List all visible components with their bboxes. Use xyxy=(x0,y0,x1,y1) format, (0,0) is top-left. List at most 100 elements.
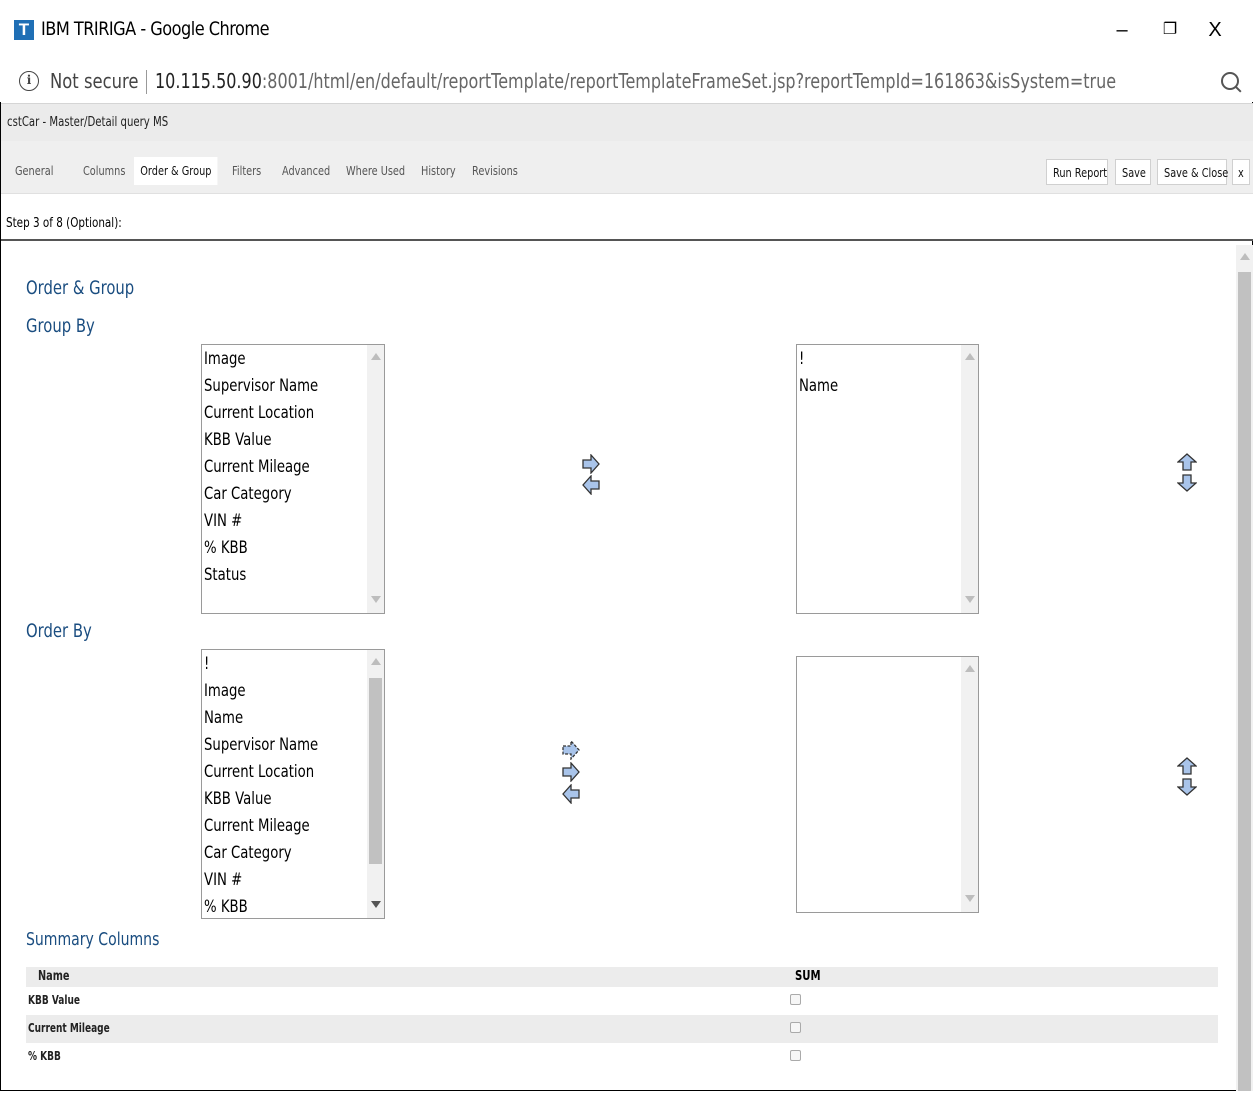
info-icon[interactable]: i xyxy=(19,71,39,91)
list-item[interactable]: Supervisor Name xyxy=(204,374,318,401)
list-item[interactable]: Name xyxy=(799,374,838,401)
url-separator xyxy=(146,70,147,94)
security-label[interactable]: Not secure xyxy=(50,69,138,93)
scroll-down-icon[interactable] xyxy=(965,895,975,902)
summary-header-row: Name SUM xyxy=(26,967,1218,987)
list-item[interactable]: ! xyxy=(799,347,838,374)
tab-columns[interactable]: Columns xyxy=(83,157,125,185)
scroll-up-icon[interactable] xyxy=(965,665,975,672)
scroll-down-icon[interactable] xyxy=(371,901,381,908)
list-item[interactable]: Current Mileage xyxy=(204,814,318,841)
tab-where-used[interactable]: Where Used xyxy=(346,157,405,185)
tririga-app-icon: T xyxy=(14,20,34,40)
close-form-button[interactable]: x xyxy=(1232,159,1250,185)
tab-revisions[interactable]: Revisions xyxy=(472,157,518,185)
list-item[interactable]: % KBB xyxy=(204,895,318,918)
list-item[interactable]: Name xyxy=(204,706,318,733)
tab-order-group[interactable]: Order & Group xyxy=(134,157,218,185)
url-path: :8001/html/en/default/reportTemplate/rep… xyxy=(261,69,1117,93)
order-by-selected-list[interactable] xyxy=(796,656,979,913)
sum-checkbox[interactable] xyxy=(790,994,801,1005)
table-row: % KBB xyxy=(26,1043,1218,1071)
list-item[interactable]: Car Category xyxy=(204,482,318,509)
step-bar: Step 3 of 8 (Optional): xyxy=(1,194,1253,241)
list-item[interactable]: Current Mileage xyxy=(204,455,318,482)
group-by-add-arrow-icon[interactable] xyxy=(581,454,601,474)
list-item[interactable]: ! xyxy=(204,652,318,679)
order-by-remove-arrow-icon[interactable] xyxy=(561,784,581,804)
group-by-available-scrollbar[interactable] xyxy=(367,345,384,613)
address-bar[interactable]: i Not secure 10.115.50.90:8001/html/en/d… xyxy=(0,64,1255,102)
url-text[interactable]: 10.115.50.90:8001/html/en/default/report… xyxy=(155,69,1116,93)
scroll-down-icon[interactable] xyxy=(965,596,975,603)
page-scrollbar-thumb[interactable] xyxy=(1238,272,1251,1091)
order-by-selected-scrollbar[interactable] xyxy=(961,657,978,912)
list-item[interactable]: Current Location xyxy=(204,760,318,787)
scroll-up-icon[interactable] xyxy=(371,658,381,665)
tab-filters[interactable]: Filters xyxy=(232,157,261,185)
order-by-add-arrow-icon[interactable] xyxy=(561,762,581,782)
list-item[interactable]: Current Location xyxy=(204,401,318,428)
step-indicator: Step 3 of 8 (Optional): xyxy=(6,216,122,231)
list-item[interactable]: Status xyxy=(204,563,318,590)
close-window-button[interactable]: X xyxy=(1195,14,1235,46)
summary-header-sum: SUM xyxy=(795,969,821,984)
scroll-up-icon[interactable] xyxy=(965,353,975,360)
list-item[interactable]: Image xyxy=(204,347,318,374)
tab-advanced[interactable]: Advanced xyxy=(282,157,330,185)
list-item[interactable]: Image xyxy=(204,679,318,706)
scroll-up-icon[interactable] xyxy=(1240,253,1250,260)
list-item[interactable]: % KBB xyxy=(204,536,318,563)
record-title-bar: cstCar - Master/Detail query MS xyxy=(1,103,1253,142)
table-row: Current Mileage xyxy=(26,1015,1218,1043)
tab-general[interactable]: General xyxy=(15,157,53,185)
group-by-title: Group By xyxy=(26,315,95,337)
group-by-available-list[interactable]: Image Supervisor Name Current Location KBB … xyxy=(201,344,385,614)
tab-bar: General Columns Order & Group Filters Ad… xyxy=(1,141,1253,194)
group-by-available-items: Image Supervisor Name Current Location KBB … xyxy=(204,347,350,590)
list-item[interactable]: VIN # xyxy=(204,509,318,536)
group-by-selected-scrollbar[interactable] xyxy=(961,345,978,613)
list-item[interactable]: VIN # xyxy=(204,868,318,895)
group-by-move-up-arrow-icon[interactable] xyxy=(1177,452,1197,472)
order-by-title: Order By xyxy=(26,620,92,642)
list-item[interactable]: KBB Value xyxy=(204,428,318,455)
list-item[interactable]: KBB Value xyxy=(204,787,318,814)
summary-row-name: Current Mileage xyxy=(28,1021,110,1035)
group-by-move-down-arrow-icon[interactable] xyxy=(1177,473,1197,493)
zoom-icon[interactable] xyxy=(1221,72,1239,90)
group-by-selected-list[interactable]: ! Name xyxy=(796,344,979,614)
table-row: KBB Value xyxy=(26,987,1218,1015)
scroll-down-icon[interactable] xyxy=(371,596,381,603)
sum-checkbox[interactable] xyxy=(790,1050,801,1061)
page-scrollbar[interactable] xyxy=(1236,245,1253,1091)
order-by-available-scrollbar[interactable] xyxy=(367,650,384,918)
summary-header-name: Name xyxy=(38,969,70,984)
order-by-move-up-arrow-icon[interactable] xyxy=(1177,756,1197,776)
record-title: cstCar - Master/Detail query MS xyxy=(7,115,169,130)
save-button[interactable]: Save xyxy=(1115,159,1151,185)
scroll-up-icon[interactable] xyxy=(371,353,381,360)
minimize-button[interactable]: – xyxy=(1102,14,1142,46)
summary-columns-table: Name SUM KBB Value Current Mileage % KBB xyxy=(26,967,1218,1071)
section-title: Order & Group xyxy=(26,277,135,299)
group-by-remove-arrow-icon[interactable] xyxy=(581,475,601,495)
order-by-move-down-arrow-icon[interactable] xyxy=(1177,777,1197,797)
url-host: 10.115.50.90 xyxy=(155,69,262,93)
order-by-add-all-arrow-icon[interactable] xyxy=(561,740,581,760)
save-close-button[interactable]: Save & Close xyxy=(1157,159,1228,185)
order-by-available-items: ! Image Name Supervisor Name Current Locatio… xyxy=(204,652,350,918)
run-report-button[interactable]: Run Report xyxy=(1046,159,1108,185)
scrollbar-thumb[interactable] xyxy=(369,678,382,864)
run-report-label: Run Report xyxy=(1053,165,1108,180)
order-by-available-list[interactable]: ! Image Name Supervisor Name Current Locatio… xyxy=(201,649,385,919)
summary-row-name: % KBB xyxy=(28,1049,61,1063)
close-form-label: x xyxy=(1238,165,1244,180)
summary-columns-title: Summary Columns xyxy=(26,929,160,950)
list-item[interactable]: Supervisor Name xyxy=(204,733,318,760)
summary-row-name: KBB Value xyxy=(28,993,80,1007)
list-item[interactable]: Car Category xyxy=(204,841,318,868)
tab-history[interactable]: History xyxy=(421,157,456,185)
restore-button[interactable]: ❐ xyxy=(1150,14,1190,46)
sum-checkbox[interactable] xyxy=(790,1022,801,1033)
